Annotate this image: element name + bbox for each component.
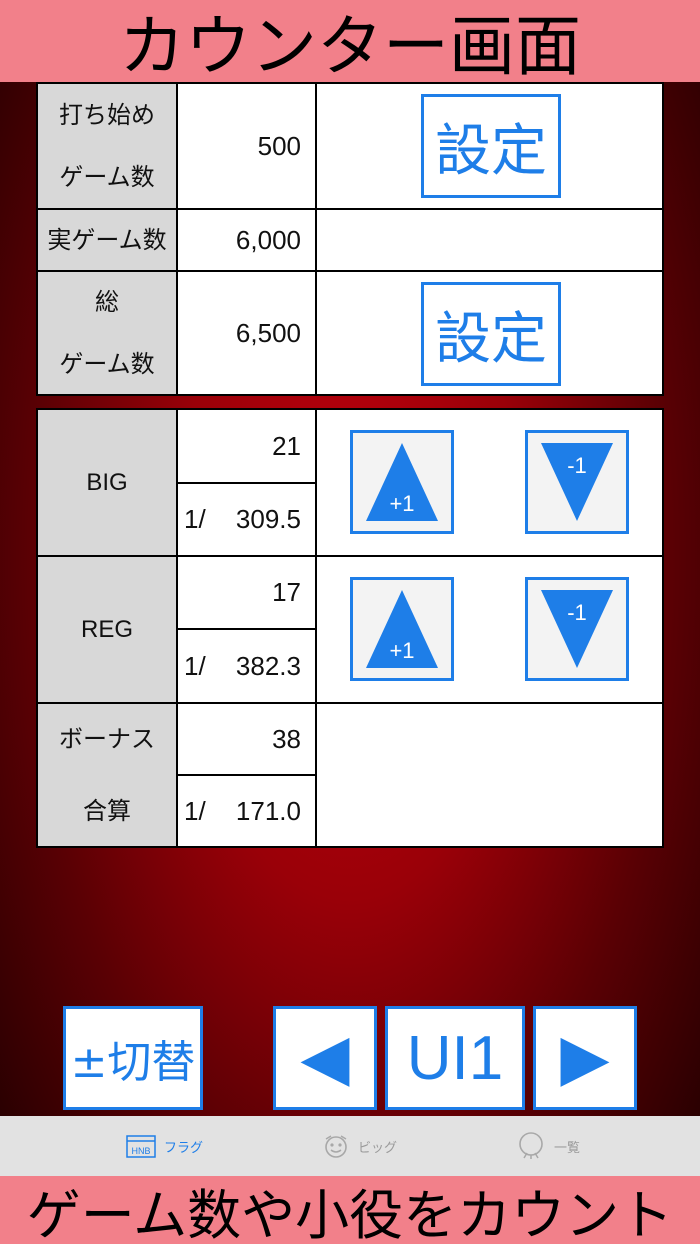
minus-one-text: -1 <box>567 453 587 478</box>
tab-list[interactable]: 一覧 <box>516 1116 580 1176</box>
reg-ratio: 1/ 382.3 <box>184 650 301 681</box>
face-list-icon <box>519 1132 543 1159</box>
big-minus-button[interactable]: -1 <box>525 430 629 534</box>
start-games-value[interactable]: 500 <box>178 84 315 208</box>
plus-one-text: +1 <box>389 491 414 516</box>
tab-bar: HNB フラグ ビッグ 一覧 <box>0 1116 700 1176</box>
start-games-set-button[interactable]: 設定 <box>421 94 561 198</box>
toggle-sign-button[interactable]: ±切替 <box>63 1006 203 1110</box>
actual-games-value: 6,000 <box>235 224 301 255</box>
reg-minus-button[interactable]: -1 <box>525 577 629 681</box>
total-games-value[interactable]: 6,500 <box>178 272 315 394</box>
plus-one-text: +1 <box>389 638 414 663</box>
big-count: 21 <box>272 430 301 461</box>
tab-flag[interactable]: HNB フラグ <box>126 1116 203 1176</box>
flag-counter-icon: HNB <box>126 1135 156 1158</box>
games-panel: 打ち始め ゲーム数 500 設定 実ゲーム数 6,000 総 ゲーム数 6,50… <box>36 82 664 396</box>
bonus-total-ratio: 1/ 171.0 <box>184 795 301 826</box>
total-games-label: 総 ゲーム数 <box>38 272 176 394</box>
bonus-total-label: ボーナス 合算 <box>38 704 176 846</box>
big-label: BIG <box>38 410 176 555</box>
reg-label: REG <box>38 557 176 702</box>
next-button[interactable]: ▶ <box>533 1006 637 1110</box>
minus-one-text: -1 <box>567 600 587 625</box>
actual-games-label: 実ゲーム数 <box>38 210 176 270</box>
reg-count: 17 <box>272 577 301 607</box>
start-games-label: 打ち始め ゲーム数 <box>38 84 176 208</box>
total-games-set-button[interactable]: 設定 <box>421 282 561 386</box>
counters-panel: BIG 21 1/ 309.5 +1 -1 REG 17 1/ 382.3 +1… <box>36 408 664 848</box>
ui-switch-button[interactable]: UI1 <box>385 1006 525 1110</box>
tab-big[interactable]: ビッグ <box>322 1116 397 1176</box>
clown-face-icon <box>325 1135 347 1158</box>
bonus-total-count: 38 <box>272 723 301 754</box>
svg-text:HNB: HNB <box>131 1146 150 1156</box>
big-ratio: 1/ 309.5 <box>184 504 301 534</box>
reg-plus-button[interactable]: +1 <box>350 577 454 681</box>
top-banner: カウンター画面 <box>0 0 700 82</box>
big-plus-button[interactable]: +1 <box>350 430 454 534</box>
prev-button[interactable]: ◀ <box>273 1006 377 1110</box>
bottom-banner: ゲーム数や小役をカウント <box>0 1176 700 1244</box>
